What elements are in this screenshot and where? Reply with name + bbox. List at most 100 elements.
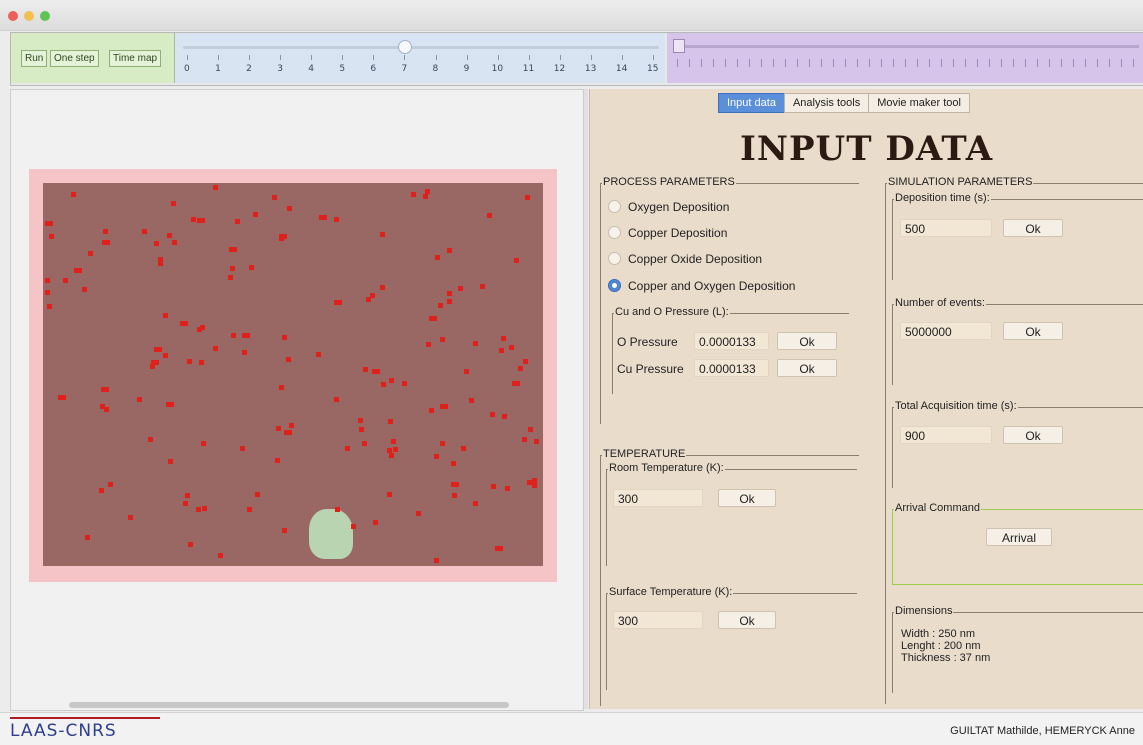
surface-lattice[interactable] bbox=[43, 183, 543, 566]
copper-atom bbox=[518, 366, 523, 371]
slider-tick-label: 0 bbox=[184, 64, 190, 74]
copper-atom bbox=[480, 284, 485, 289]
acquisition-time-ok-button[interactable]: Ok bbox=[1003, 426, 1063, 444]
slider-thumb[interactable] bbox=[398, 40, 413, 54]
slider-tick-label: 12 bbox=[553, 64, 566, 74]
copper-atom bbox=[172, 240, 177, 245]
copper-atom bbox=[286, 357, 291, 362]
slider-tick bbox=[404, 55, 406, 60]
arrival-command-title: Arrival Command bbox=[894, 502, 981, 514]
copper-atom bbox=[389, 378, 394, 383]
tab-analysis-tools[interactable]: Analysis tools bbox=[783, 93, 870, 113]
tab-bar: Input data Analysis tools Movie maker to… bbox=[718, 93, 970, 113]
surface-temperature-field[interactable]: 300 bbox=[613, 611, 703, 629]
copper-atom bbox=[319, 215, 327, 220]
copper-atom bbox=[411, 192, 416, 197]
slider-tick bbox=[466, 55, 468, 60]
panel-splitter[interactable] bbox=[584, 89, 588, 709]
tab-input-data[interactable]: Input data bbox=[718, 93, 785, 113]
number-of-events-ok-button[interactable]: Ok bbox=[1003, 322, 1063, 340]
copper-atom bbox=[358, 418, 363, 423]
deposition-time-ok-button[interactable]: Ok bbox=[1003, 219, 1063, 237]
cu-pressure-ok-button[interactable]: Ok bbox=[777, 359, 837, 377]
copper-atom bbox=[197, 327, 202, 332]
horizontal-scrollbar[interactable] bbox=[69, 702, 509, 708]
copper-atom bbox=[101, 387, 109, 392]
frame-slider[interactable] bbox=[667, 33, 1143, 83]
width-value: Width : 250 nm bbox=[901, 628, 975, 640]
copper-atom bbox=[108, 482, 113, 487]
footer: LAAS-CNRS GUILTAT Mathilde, HEMERYCK Ann… bbox=[0, 712, 1143, 745]
number-of-events-title: Number of events: bbox=[894, 297, 986, 309]
number-of-events-field[interactable]: 5000000 bbox=[900, 322, 992, 340]
copper-atom bbox=[183, 501, 188, 506]
copper-atom bbox=[502, 414, 507, 419]
radio-off-icon bbox=[608, 252, 621, 265]
arrival-button[interactable]: Arrival bbox=[986, 528, 1052, 546]
copper-atom bbox=[249, 265, 254, 270]
room-temperature-ok-button[interactable]: Ok bbox=[718, 489, 776, 507]
room-temperature-group: Room Temperature (K): bbox=[606, 462, 857, 566]
copper-atom bbox=[440, 441, 445, 446]
copper-atom bbox=[435, 255, 440, 260]
slider-tick bbox=[497, 55, 499, 60]
minimize-window-button[interactable] bbox=[24, 11, 34, 21]
copper-atom bbox=[434, 454, 439, 459]
copper-atom bbox=[180, 321, 188, 326]
radio-label: Copper Oxide Deposition bbox=[628, 252, 763, 266]
copper-atom bbox=[163, 353, 168, 358]
copper-atom bbox=[167, 233, 172, 238]
copper-atom bbox=[45, 278, 50, 283]
copper-deposition-radio[interactable]: Copper Deposition bbox=[608, 226, 727, 240]
slider-tick-label: 15 bbox=[647, 64, 659, 74]
slider-tick bbox=[218, 55, 220, 60]
room-temperature-field[interactable]: 300 bbox=[613, 489, 703, 507]
copper-atom bbox=[438, 303, 443, 308]
copper-atom bbox=[372, 369, 380, 374]
acquisition-time-field[interactable]: 900 bbox=[900, 426, 992, 444]
copper-oxygen-deposition-radio[interactable]: Copper and Oxygen Deposition bbox=[608, 279, 795, 293]
run-button[interactable]: Run bbox=[21, 50, 48, 67]
one-step-button[interactable]: One step bbox=[50, 50, 99, 67]
frame-slider-thumb[interactable] bbox=[673, 39, 685, 53]
tab-movie-maker-tool[interactable]: Movie maker tool bbox=[868, 93, 970, 113]
copper-atom bbox=[425, 189, 430, 194]
copper-atom bbox=[447, 291, 452, 296]
copper-atom bbox=[391, 439, 396, 444]
zoom-window-button[interactable] bbox=[40, 11, 50, 21]
copper-atom bbox=[154, 347, 162, 352]
o-pressure-field[interactable]: 0.0000133 bbox=[694, 332, 769, 350]
copper-atom bbox=[490, 412, 495, 417]
simulation-toolbar: Run One step Time map 0 1 2 3 4 5 6 7 8 9 10 11 12 13… bbox=[10, 32, 1143, 86]
copper-atom bbox=[88, 251, 93, 256]
copper-atom bbox=[242, 333, 250, 338]
deposition-time-title: Deposition time (s): bbox=[894, 192, 991, 204]
copper-atom bbox=[487, 213, 492, 218]
o-pressure-ok-button[interactable]: Ok bbox=[777, 332, 837, 350]
copper-atom bbox=[345, 446, 350, 451]
copper-atom bbox=[289, 423, 294, 428]
simulation-view-panel bbox=[10, 89, 584, 711]
copper-atom bbox=[514, 258, 519, 263]
time-step-slider[interactable]: 0 1 2 3 4 5 6 7 8 9 10 11 12 13 14 15 bbox=[175, 33, 665, 83]
copper-atom bbox=[451, 461, 456, 466]
copper-atom bbox=[534, 439, 539, 444]
copper-atom bbox=[380, 285, 385, 290]
cu-pressure-field[interactable]: 0.0000133 bbox=[694, 359, 769, 377]
copper-atom bbox=[45, 290, 50, 295]
time-map-button[interactable]: Time map bbox=[109, 50, 162, 67]
copper-atom bbox=[388, 419, 393, 424]
copper-atom bbox=[103, 229, 108, 234]
copper-atom bbox=[452, 493, 457, 498]
acquisition-time-group: Total Acquisition time (s): bbox=[892, 400, 1143, 488]
copper-atom bbox=[527, 480, 532, 485]
surface-temperature-ok-button[interactable]: Ok bbox=[718, 611, 776, 629]
copper-atom bbox=[85, 535, 90, 540]
close-window-button[interactable] bbox=[8, 11, 18, 21]
slider-tick-label: 7 bbox=[401, 64, 408, 74]
deposition-time-field[interactable]: 500 bbox=[900, 219, 992, 237]
deposition-time-group: Deposition time (s): bbox=[892, 192, 1143, 280]
copper-oxide-deposition-radio[interactable]: Copper Oxide Deposition bbox=[608, 252, 762, 266]
radio-label: Oxygen Deposition bbox=[628, 200, 730, 214]
oxygen-deposition-radio[interactable]: Oxygen Deposition bbox=[608, 200, 729, 214]
